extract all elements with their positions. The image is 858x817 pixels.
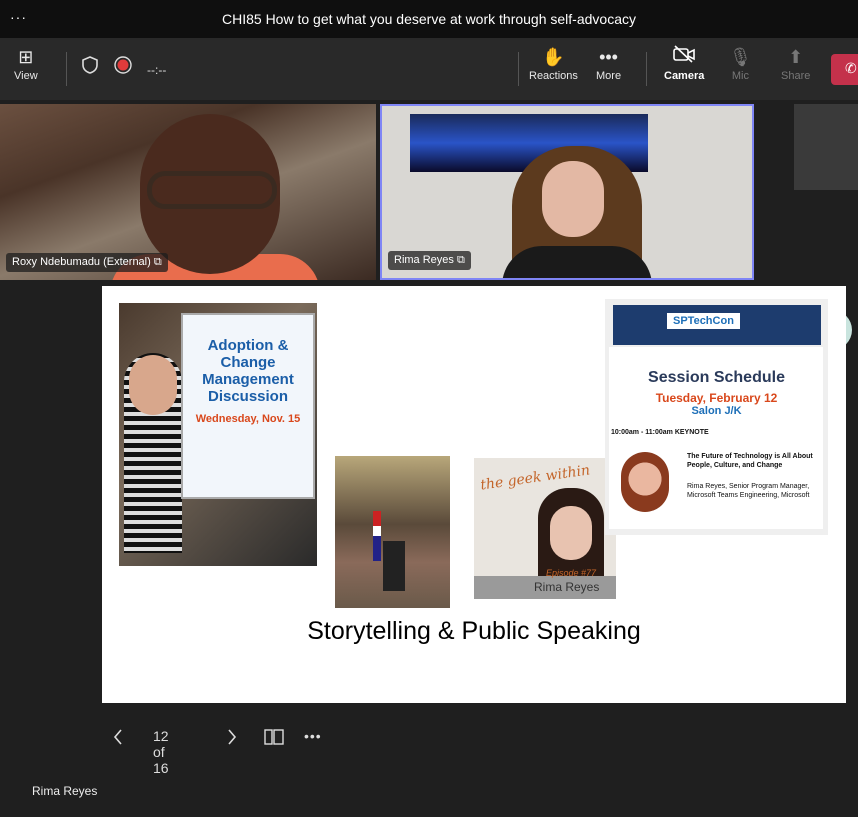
mic-off-icon: 🎙 — [729, 47, 752, 67]
session-time: 10:00am - 11:00am KEYNOTE — [611, 429, 709, 436]
meeting-toolbar: ⊞ View --:-- ✋ Reactions ••• More Camera… — [0, 38, 858, 100]
share-button[interactable]: ⬆ Share — [781, 44, 810, 82]
meeting-title: CHI85 How to get what you deserve at wor… — [222, 11, 636, 27]
podcast-episode: Episode #77 — [546, 568, 597, 578]
photo-person-face — [550, 506, 592, 560]
presenter-name: Rima Reyes — [32, 784, 98, 798]
podium — [383, 541, 405, 591]
podcast-name: Rima Reyes — [534, 580, 600, 594]
divider — [646, 52, 647, 86]
title-bar: ··· CHI85 How to get what you deserve at… — [0, 0, 858, 38]
keynote-title: The Future of Technology is All About Pe… — [687, 453, 813, 469]
event-sign: Adoption & Change Management Discussion … — [181, 313, 315, 499]
session-title: Session Schedule — [648, 369, 785, 386]
reactions-button[interactable]: ✋ Reactions — [529, 44, 578, 82]
slide-photo-podcast: the geek within Episode #77 Rima Reyes — [474, 458, 616, 599]
camera-label: Camera — [664, 70, 705, 82]
slide-headline: Storytelling & Public Speaking — [307, 617, 641, 645]
reactions-label: Reactions — [529, 70, 578, 82]
sign-date: Wednesday, Nov. 15 — [195, 413, 301, 425]
session-date: Tuesday, February 12 — [655, 391, 778, 405]
speaker-bio: Rima Reyes, Senior Program Manager, Micr… — [687, 483, 810, 499]
content-icon: ⧉ — [456, 254, 465, 266]
slide-more-icon[interactable]: ••• — [304, 728, 322, 744]
more-label: More — [596, 70, 622, 82]
camera-off-icon — [664, 44, 704, 70]
session-room: Salon J/K — [691, 405, 742, 417]
camera-button[interactable]: Camera — [664, 44, 704, 82]
meeting-timer: --:-- — [147, 63, 167, 77]
participant-tile-rima[interactable]: Rima Reyes ⧉ — [380, 104, 754, 280]
share-label: Share — [781, 70, 811, 82]
participant-nameplate: Roxy Ndebumadu (External) ⧉ — [6, 253, 168, 272]
mic-label: Mic — [731, 70, 749, 82]
participant-nameplate: Rima Reyes ⧉ — [388, 251, 471, 270]
conference-logo: SPTechCon — [667, 313, 740, 329]
view-label: View — [14, 70, 38, 82]
prev-slide-icon[interactable] — [112, 728, 124, 749]
shared-slide: Adoption & Change Management Discussion … — [102, 286, 846, 703]
video-body — [502, 246, 652, 278]
phone-icon: ✆ — [845, 60, 857, 76]
divider — [518, 52, 519, 86]
speaker-portrait — [621, 452, 669, 512]
slide-photo-adoption: Adoption & Change Management Discussion … — [119, 303, 317, 566]
photo-person-head — [129, 355, 177, 415]
shield-icon[interactable] — [82, 56, 98, 77]
grid-icon: ⊞ — [18, 47, 34, 67]
share-icon: ⬆ — [788, 47, 804, 67]
video-glasses — [147, 171, 277, 209]
next-slide-icon[interactable] — [226, 728, 238, 749]
slide-photo-podium — [335, 456, 450, 608]
sign-heading: Adoption & Change Management Discussion — [202, 337, 294, 405]
slide-counter: 12 of 16 — [153, 728, 169, 776]
hand-icon: ✋ — [542, 47, 565, 67]
participant-tile-roxy[interactable]: Roxy Ndebumadu (External) ⧉ — [0, 104, 376, 280]
slide-photo-conference: SPTechCon Session Schedule Tuesday, Febr… — [605, 299, 828, 535]
video-face — [542, 161, 604, 237]
recording-icon[interactable] — [114, 56, 132, 77]
participant-thumbnail[interactable] — [794, 104, 858, 190]
slide-panel-icon[interactable] — [264, 728, 284, 749]
mic-button[interactable]: 🎙 Mic — [729, 44, 752, 82]
leave-button[interactable]: ✆ — [831, 54, 858, 85]
participant-name: Roxy Ndebumadu (External) — [12, 256, 151, 268]
participant-name: Rima Reyes — [394, 254, 454, 266]
flag — [373, 511, 381, 561]
content-icon: ⧉ — [153, 256, 162, 268]
view-button[interactable]: ⊞ View — [14, 44, 38, 82]
ellipsis-icon: ••• — [599, 47, 618, 67]
more-button[interactable]: ••• More — [596, 44, 621, 82]
divider — [66, 52, 67, 86]
